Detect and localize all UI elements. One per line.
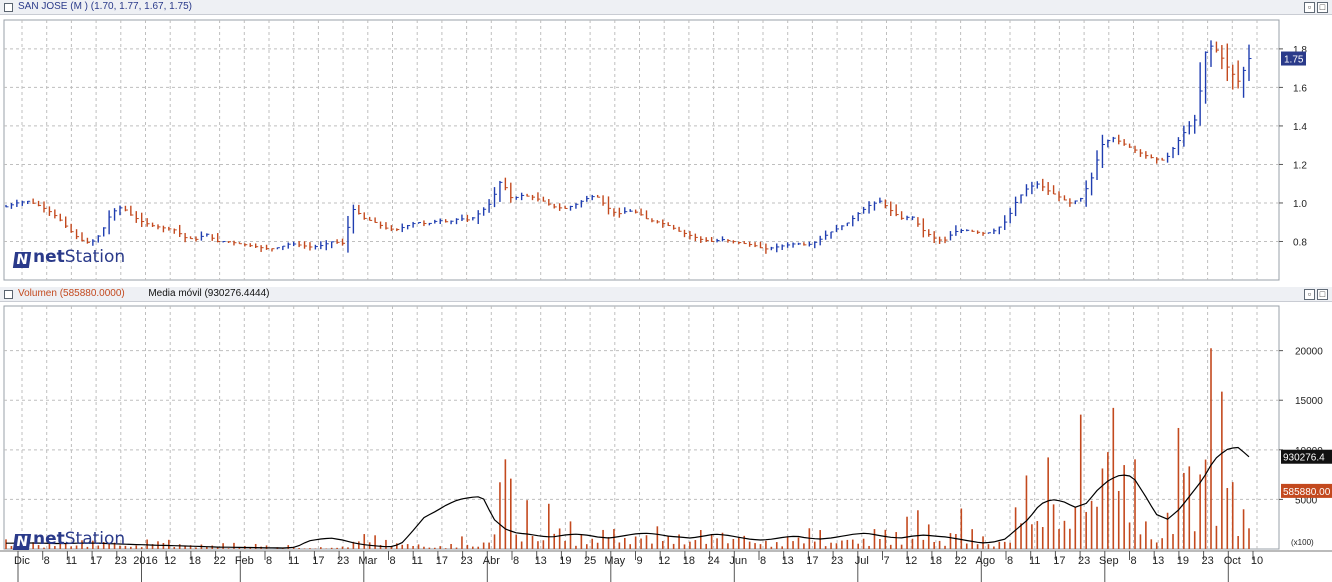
x-tick-label: 19	[559, 555, 571, 567]
x-tick-label: 17	[806, 555, 818, 567]
y-tick-label: 1.6	[1293, 83, 1307, 94]
x-tick-label: 11	[288, 555, 299, 567]
volume-title: Volumen (585880.0000)	[18, 288, 125, 299]
maximize-button[interactable]: □	[1317, 289, 1328, 300]
x-tick-label: 9	[636, 555, 642, 567]
x-tick-label: 12	[164, 555, 176, 567]
x-tick-label: May	[604, 555, 625, 567]
x-tick-label: Feb	[235, 555, 254, 567]
panel-icon	[4, 3, 13, 12]
x-tick-label: 17	[436, 555, 448, 567]
price-chart[interactable]: 0.81.01.21.41.61.81.75	[0, 16, 1332, 286]
x-tick-label: 24	[707, 555, 719, 567]
x-tick-label: 18	[189, 555, 201, 567]
y-tick-label: 1.0	[1293, 199, 1307, 210]
x-tick-label: 8	[1007, 555, 1013, 567]
x-tick-label: 22	[954, 555, 966, 567]
x-tick-label: Dic	[14, 555, 30, 567]
x-tick-label: 23	[337, 555, 349, 567]
restore-button[interactable]: ▫	[1304, 2, 1315, 13]
restore-button[interactable]: ▫	[1304, 289, 1315, 300]
price-panel: SAN JOSE (M ) (1.70, 1.77, 1.67, 1.75) ▫…	[0, 0, 1332, 287]
x-tick-label: 18	[930, 555, 942, 567]
x-tick-label: 10	[1251, 555, 1263, 567]
x-tick-label: 23	[115, 555, 127, 567]
x-tick-label: 18	[683, 555, 695, 567]
x-tick-label: 8	[44, 555, 50, 567]
volume-panel-titlebar: Volumen (585880.0000) Media móvil (93027…	[0, 287, 1332, 302]
x-tick-label: Ago	[976, 555, 996, 567]
x-tick-label: 13	[535, 555, 547, 567]
x-tick-label: 17	[312, 555, 324, 567]
x-tick-label: Abr	[483, 555, 500, 567]
x-tick-label: 11	[1029, 555, 1040, 567]
y-tick-label: 15000	[1295, 396, 1323, 407]
x-tick-label: 11	[66, 555, 77, 567]
x-tick-label: 19	[1177, 555, 1189, 567]
x-tick-label: 7	[883, 555, 889, 567]
x-tick-label: Jun	[729, 555, 747, 567]
x-tick-label: 2016	[133, 555, 157, 567]
x-tick-label: 8	[760, 555, 766, 567]
volume-panel: Volumen (585880.0000) Media móvil (93027…	[0, 287, 1332, 582]
x-tick-label: 8	[1130, 555, 1136, 567]
x-tick-label: 23	[1201, 555, 1213, 567]
x-tick-label: 11	[411, 555, 422, 567]
netstation-logo: NnetStation	[12, 529, 125, 550]
x-tick-label: 12	[905, 555, 917, 567]
x-tick-label: 8	[389, 555, 395, 567]
maximize-button[interactable]: □	[1317, 2, 1328, 13]
volume-badge-label: 585880.00	[1283, 487, 1331, 498]
y-tick-label: 1.4	[1293, 122, 1307, 133]
x-tick-label: Jul	[855, 555, 869, 567]
x-tick-label: Oct	[1224, 555, 1241, 567]
netstation-logo: NnetStation	[12, 247, 125, 268]
x-tick-label: 23	[460, 555, 472, 567]
volume-chart[interactable]: 5000100001500020000(x100)930276.4585880.…	[0, 302, 1332, 582]
x-tick-label: 17	[90, 555, 102, 567]
last-price-label: 1.75	[1284, 55, 1304, 66]
x-tick-label: Sep	[1099, 555, 1119, 567]
moving-average-title: Media móvil (930276.4444)	[148, 288, 270, 299]
x-tick-label: Mar	[358, 555, 377, 567]
x-tick-label: 8	[513, 555, 519, 567]
ma-badge-label: 930276.4	[1283, 453, 1325, 464]
x-tick-label: 23	[1078, 555, 1090, 567]
y-tick-label: 20000	[1295, 347, 1323, 358]
x-tick-label: 12	[658, 555, 670, 567]
y-tick-label: 1.2	[1293, 160, 1307, 171]
x-tick-label: 22	[213, 555, 225, 567]
panel-icon	[4, 290, 13, 299]
volume-panel-title: Volumen (585880.0000) Media móvil (93027…	[18, 288, 270, 299]
x-tick-label: 17	[1053, 555, 1065, 567]
x-tick-label: 25	[584, 555, 596, 567]
y-tick-label: 0.8	[1293, 237, 1307, 248]
x-tick-label: 8	[266, 555, 272, 567]
x-tick-label: 13	[782, 555, 794, 567]
price-panel-titlebar: SAN JOSE (M ) (1.70, 1.77, 1.67, 1.75) ▫…	[0, 0, 1332, 15]
scale-note: (x100)	[1291, 538, 1314, 547]
price-panel-title: SAN JOSE (M ) (1.70, 1.77, 1.67, 1.75)	[18, 1, 192, 12]
x-tick-label: 13	[1152, 555, 1164, 567]
x-tick-label: 23	[831, 555, 843, 567]
